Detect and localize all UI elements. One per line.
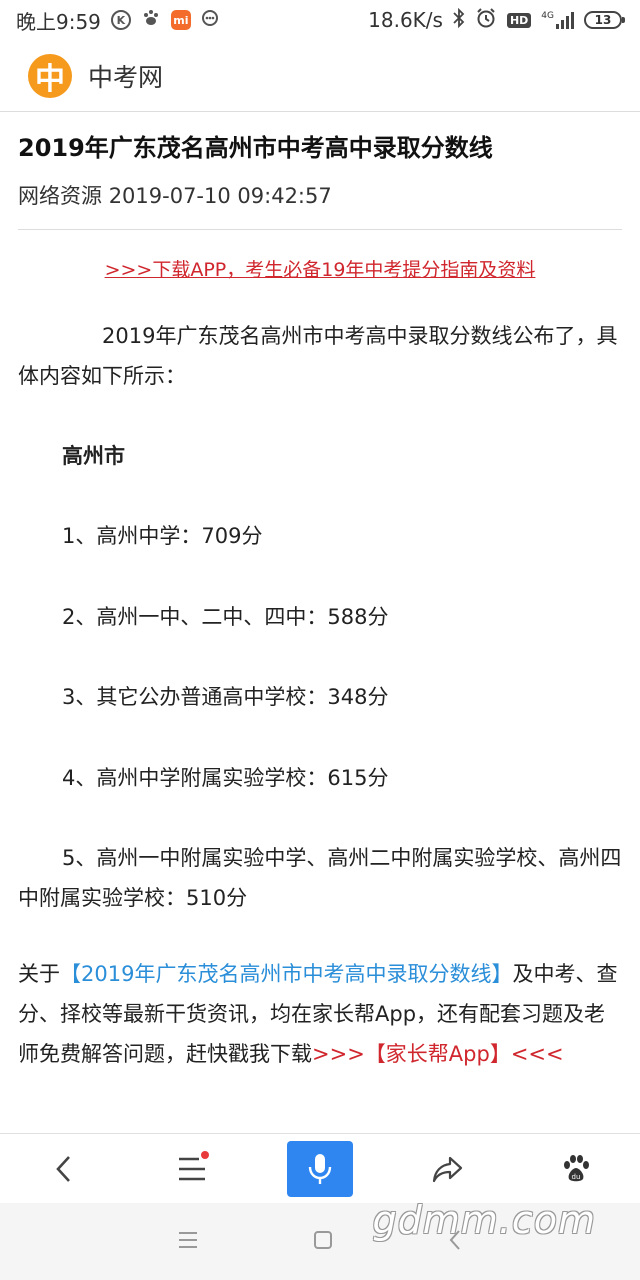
alarm-icon <box>475 7 497 34</box>
article-source: 网络资源 <box>18 184 102 208</box>
browser-toolbar: du <box>0 1133 640 1204</box>
list-item: 2、高州一中、二中、四中：588分 <box>62 605 389 629</box>
recents-icon <box>178 1231 197 1248</box>
back-icon <box>56 1156 70 1182</box>
intro-paragraph: 2019年广东茂名高州市中考高中录取分数线公布了，具体内容如下所示： <box>18 324 618 388</box>
back-button[interactable] <box>31 1141 97 1197</box>
list-item: 1、高州中学：709分 <box>62 524 263 548</box>
article-title: 2019年广东茂名高州市中考高中录取分数线 <box>18 134 493 162</box>
bluetooth-icon <box>453 7 465 33</box>
menu-button[interactable] <box>159 1141 225 1197</box>
family-app-link[interactable]: >>>【家长帮App】<<< <box>312 1042 564 1066</box>
notification-dot <box>201 1151 209 1159</box>
footer-paragraph: 关于【2019年广东茂名高州市中考高中录取分数线】及中考、查分、择校等最新干货资… <box>18 954 622 1074</box>
status-bar-right: 18.6K/s HD 4G 13 <box>368 7 625 34</box>
list-item: 5、高州一中附属实验中学、高州二中附属实验学校、高州四中附属实验学校：510分 <box>18 846 622 910</box>
baidu-paw-icon: du <box>564 1155 589 1182</box>
network-speed: 18.6K/s <box>368 8 443 32</box>
app-header: 中 中考网 <box>0 40 640 112</box>
article-timestamp: 2019-07-10 09:42:57 <box>108 184 332 208</box>
mi-app-icon: mi <box>170 10 191 30</box>
voice-search-button[interactable] <box>287 1141 353 1197</box>
section-heading: 高州市 <box>62 444 125 468</box>
status-bar: 晚上9:59 K mi 18.6K/s HD 4G 13 <box>0 0 640 40</box>
network-type: 4G <box>541 11 554 21</box>
status-time: 晚上9:59 <box>16 9 101 34</box>
recents-button[interactable] <box>177 1230 199 1254</box>
menu-icon <box>179 1157 205 1181</box>
site-logo[interactable]: 中 <box>28 53 72 98</box>
microphone-icon <box>308 1154 332 1184</box>
article-meta: 网络资源 2019-07-10 09:42:57 <box>18 176 332 216</box>
signal-bars <box>556 11 574 29</box>
hd-icon: HD <box>506 12 532 28</box>
share-icon <box>432 1156 463 1183</box>
list-item: 4、高州中学附属实验学校：615分 <box>62 766 389 790</box>
message-status-icon <box>201 8 223 33</box>
svg-text:du: du <box>572 1173 581 1181</box>
baidu-paw-status-icon <box>141 8 161 33</box>
signal-icon: 4G <box>541 11 574 29</box>
share-button[interactable] <box>415 1141 481 1197</box>
article-link[interactable]: 【2019年广东茂名高州市中考高中录取分数线】 <box>60 962 512 986</box>
home-button[interactable] <box>312 1229 334 1255</box>
footer-prefix: 关于 <box>18 962 60 986</box>
site-name[interactable]: 中考网 <box>88 58 163 94</box>
baidu-button[interactable]: du <box>543 1141 609 1197</box>
battery-icon: 13 <box>584 11 625 29</box>
list-item: 3、其它公办普通高中学校：348分 <box>62 685 389 709</box>
download-app-link[interactable]: >>>下载APP，考生必备19年中考提分指南及资料 <box>0 252 640 288</box>
k-app-icon: K <box>110 10 131 30</box>
home-icon <box>313 1230 332 1249</box>
watermark: gdmm.com <box>372 1198 596 1242</box>
header-divider <box>18 229 622 230</box>
status-bar-left: 晚上9:59 K mi <box>16 6 223 35</box>
battery-level: 13 <box>594 13 612 27</box>
logo-char: 中 <box>35 61 65 97</box>
